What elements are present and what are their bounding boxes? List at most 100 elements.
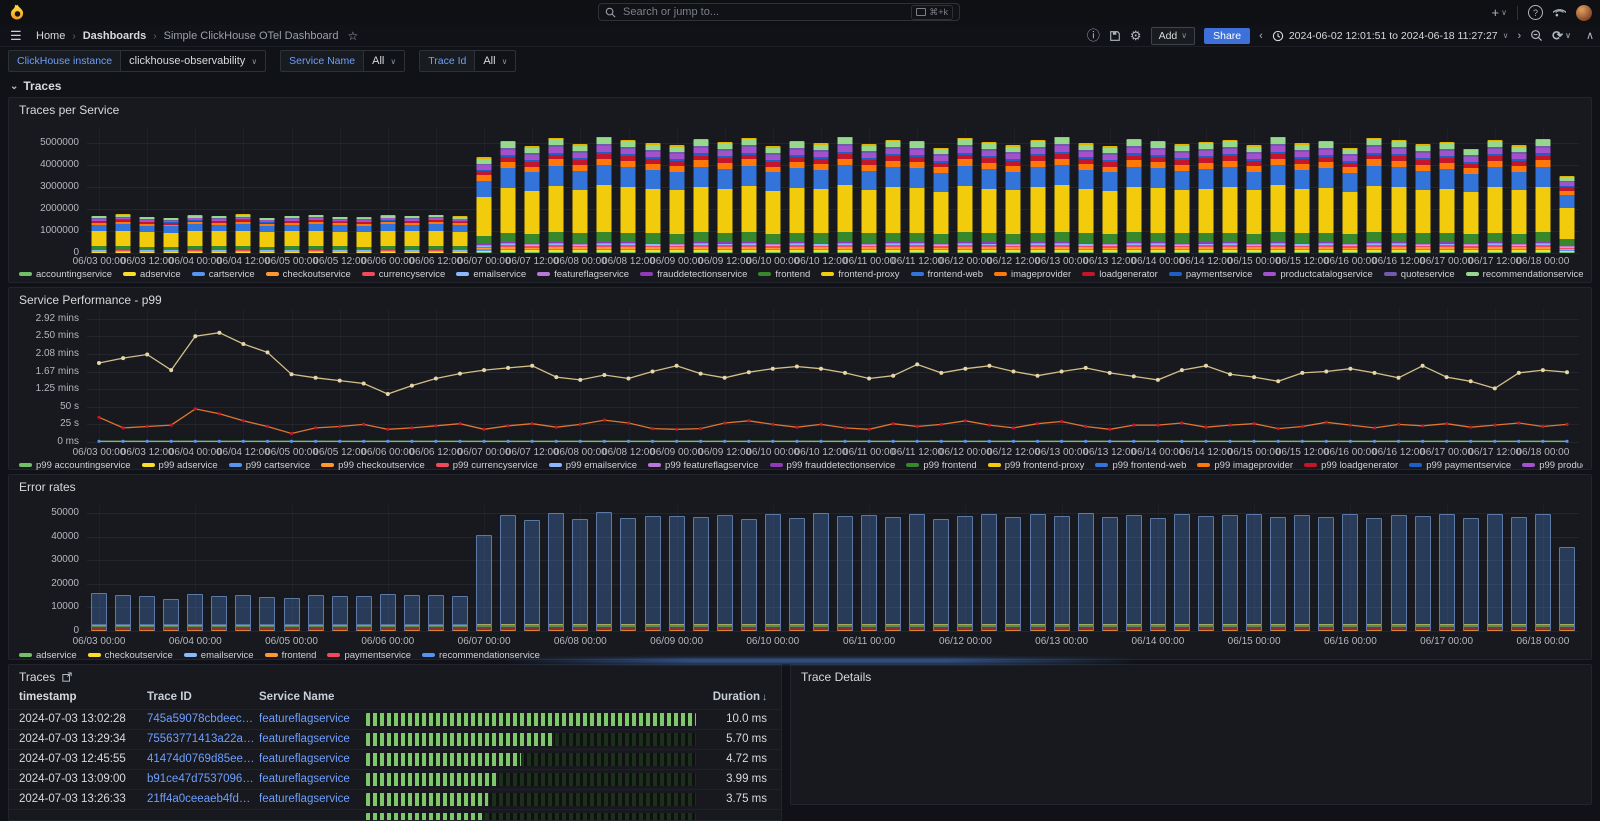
legend-item[interactable]: paymentservice [1169,269,1253,280]
user-avatar[interactable] [1576,5,1592,21]
legend-item[interactable]: p99 adservice [142,460,218,471]
legend-item[interactable]: p99 accountingservice [19,460,131,471]
refresh-icon[interactable]: ⟳∨ [1552,29,1571,42]
breadcrumb-dashboards[interactable]: Dashboards [83,30,147,42]
legend-item[interactable]: p99 emailservice [549,460,637,471]
legend-label: frontend-web [928,269,983,280]
legend-item[interactable]: p99 frauddetectionservice [770,460,896,471]
legend-item[interactable]: paymentservice [327,650,411,661]
save-icon[interactable] [1109,30,1121,42]
variable-value-dropdown[interactable]: All∨ [363,50,405,72]
trace-id-link[interactable]: b91ce47d753709695f1d... [147,773,255,785]
grafana-logo-icon[interactable] [9,4,26,21]
table-row[interactable]: 2024-07-03 13:26:3321ff4a0ceeaeb4fd90af0… [9,789,781,810]
legend-item[interactable]: accountingservice [19,269,112,280]
dashboard-insights-icon[interactable]: ⓘ [1087,29,1100,42]
bar-segment [1054,252,1069,253]
bar-segment [958,186,973,232]
trace-id-link[interactable]: 75563771413a22a54618... [147,733,255,745]
legend-item[interactable]: p99 productcatalogservice [1522,460,1583,471]
column-header-service-name[interactable]: Service Name [259,691,362,703]
legend-item[interactable]: frauddetectionservice [640,269,747,280]
panel-title[interactable]: Error rates [19,480,76,494]
legend-item[interactable]: checkoutservice [266,269,351,280]
time-shift-forward-icon[interactable]: › [1518,30,1522,42]
legend-item[interactable]: frontend [265,650,317,661]
legend-item[interactable]: frontend-proxy [821,269,899,280]
bar-segment [1031,515,1045,623]
panel-title[interactable]: Service Performance - p99 [19,293,162,307]
legend-item[interactable]: p99 imageprovider [1197,460,1293,471]
panel-links-icon[interactable] [62,672,72,682]
table-row[interactable]: 2024-07-03 13:29:3475563771413a22a54618.… [9,729,781,750]
service-name-link[interactable]: featureflagservice [259,713,362,725]
x-axis-label: 06/18 00:00 [1509,447,1577,458]
column-header-duration[interactable]: Duration↓ [713,691,767,703]
table-row[interactable] [9,809,781,821]
search-input[interactable] [621,5,911,19]
legend-item[interactable]: adservice [123,269,181,280]
legend-item[interactable]: quoteservice [1384,269,1455,280]
time-range-picker[interactable]: 2024-06-02 12:01:51 to 2024-06-18 11:27:… [1272,30,1509,42]
legend-swatch [456,272,469,276]
service-name-link[interactable]: featureflagservice [259,733,362,745]
trace-id-link[interactable]: 745a59078cbdeec39b7... [147,713,255,725]
legend-item[interactable]: cartservice [192,269,255,280]
legend-item[interactable]: frontend-web [911,269,983,280]
legend-item[interactable]: productcatalogservice [1263,269,1372,280]
search-input-wrapper[interactable]: ⌘+k [598,3,960,21]
legend-item[interactable]: imageprovider [994,269,1071,280]
table-row[interactable]: 2024-07-03 12:45:5541474d0769d85ee2828..… [9,749,781,770]
favorite-star-icon[interactable]: ☆ [347,29,358,43]
legend-item[interactable]: p99 loadgenerator [1304,460,1398,471]
cell-timestamp: 2024-07-03 13:29:34 [19,733,145,745]
add-button[interactable]: Add∨ [1151,27,1196,45]
table-row[interactable]: 2024-07-03 13:02:28745a59078cbdeec39b7..… [9,709,781,730]
service-name-link[interactable]: featureflagservice [259,793,362,805]
variable-label[interactable]: ClickHouse instance [8,50,120,72]
help-icon[interactable]: ? [1528,5,1543,20]
news-icon[interactable] [1553,6,1566,19]
legend-item[interactable]: frontend [758,269,810,280]
legend-item[interactable]: p99 cartservice [229,460,310,471]
column-header-trace-id[interactable]: Trace ID [147,691,255,703]
legend-item[interactable]: p99 paymentservice [1409,460,1511,471]
variable-label[interactable]: Trace Id [419,50,474,72]
panel-title[interactable]: Trace Details [801,670,871,684]
panel-title[interactable]: Traces per Service [19,103,119,117]
legend-item[interactable]: currencyservice [362,269,446,280]
breadcrumb-home[interactable]: Home [36,30,65,42]
legend-item[interactable]: p99 featureflagservice [648,460,758,471]
legend-item[interactable]: recommendationservice [1466,269,1583,280]
trace-id-link[interactable]: 41474d0769d85ee2828... [147,753,255,765]
collapse-toolbar-icon[interactable]: ∧ [1586,29,1594,42]
legend-item[interactable]: adservice [19,650,77,661]
service-name-link[interactable]: featureflagservice [259,753,362,765]
legend-item[interactable]: p99 frontend-web [1095,460,1186,471]
legend-item[interactable]: p99 frontend [906,460,976,471]
legend-item[interactable]: checkoutservice [88,650,173,661]
menu-icon[interactable]: ☰ [10,28,22,44]
variable-value-dropdown[interactable]: clickhouse-observability∨ [120,50,266,72]
variable-label[interactable]: Service Name [280,50,363,72]
trace-id-link[interactable]: 21ff4a0ceeaeb4fd90af0... [147,793,255,805]
legend-item[interactable]: emailservice [456,269,526,280]
variable-value-dropdown[interactable]: All∨ [474,50,516,72]
legend-item[interactable]: p99 currencyservice [436,460,538,471]
section-row-traces[interactable]: ⌄ Traces [10,79,61,93]
legend-item[interactable]: featureflagservice [537,269,629,280]
table-row[interactable]: 2024-07-03 13:09:00b91ce47d753709695f1d.… [9,769,781,790]
panel-title[interactable]: Traces [19,670,72,684]
service-name-link[interactable]: featureflagservice [259,773,362,785]
zoom-out-icon[interactable] [1530,29,1543,42]
legend-item[interactable]: emailservice [184,650,254,661]
share-button[interactable]: Share [1204,28,1250,44]
data-point [1349,440,1352,443]
legend-item[interactable]: p99 checkoutservice [321,460,425,471]
time-shift-back-icon[interactable]: ‹ [1259,30,1263,42]
gear-icon[interactable]: ⚙ [1130,29,1142,42]
legend-item[interactable]: loadgenerator [1082,269,1158,280]
legend-item[interactable]: p99 frontend-proxy [988,460,1085,471]
column-header-timestamp[interactable]: timestamp [19,691,145,703]
new-menu-button[interactable]: +∨ [1492,6,1507,19]
